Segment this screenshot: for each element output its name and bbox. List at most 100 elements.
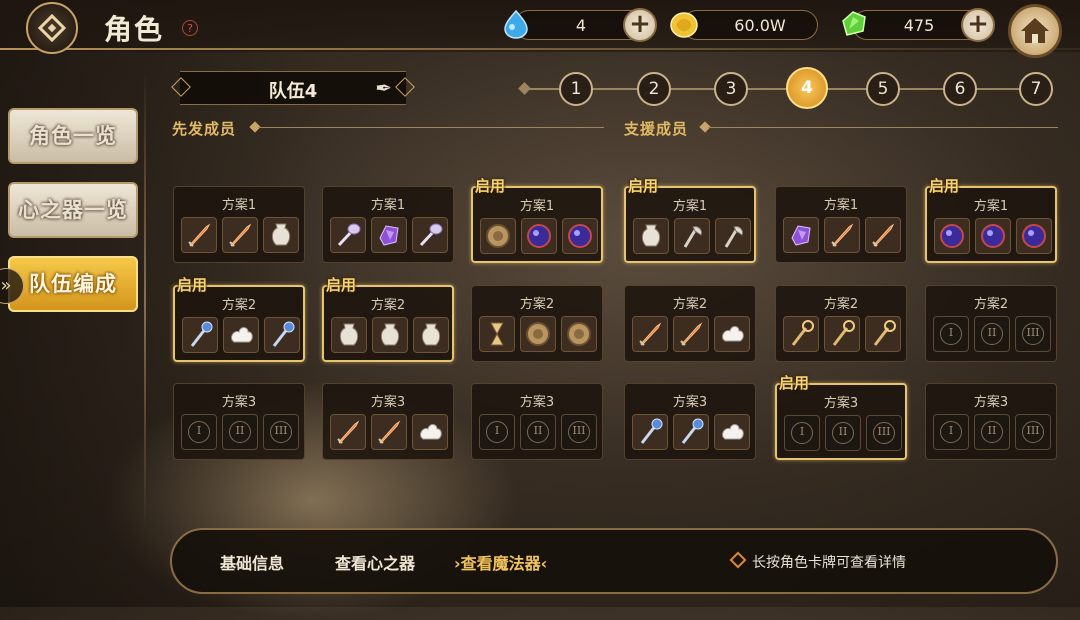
slot-number: III [274,424,288,437]
home-button[interactable] [1008,4,1062,58]
plan-label: 方案1 [221,198,257,213]
add-crystal-button[interactable]: + [961,8,995,42]
item-slot[interactable] [632,414,668,450]
add-water-button[interactable]: + [623,8,657,42]
item-slot[interactable] [562,218,598,254]
empty-slot[interactable]: III [561,414,597,450]
plan-card[interactable]: 启用 方案1 [624,177,756,263]
item-slot[interactable] [783,217,819,253]
plan-card[interactable]: 方案2 [775,285,907,362]
item-slot[interactable] [673,414,709,450]
empty-slot[interactable]: III [1015,316,1051,352]
team-name-box[interactable]: 队伍4 ✒ [171,71,415,105]
item-slot[interactable] [715,218,751,254]
item-slot[interactable] [330,414,366,450]
item-slot[interactable] [412,414,448,450]
empty-slot[interactable]: I [933,414,969,450]
item-slot[interactable] [824,217,860,253]
empty-slot[interactable]: I [933,316,969,352]
tab-team-1[interactable]: 1 [559,72,593,106]
plan-card[interactable]: 启用 方案1 [471,177,603,263]
sidebar-item-heart-vessel-list[interactable]: 心之器一览 [8,182,138,238]
plan-card[interactable]: 启用 方案3 I II III [775,374,907,460]
tab-view-heart-vessel[interactable]: 查看心之器 [335,550,415,574]
item-slot[interactable] [371,414,407,450]
empty-slot[interactable]: I [479,414,515,450]
tab-team-2[interactable]: 2 [637,72,671,106]
item-slot[interactable] [223,317,259,353]
empty-slot[interactable]: III [263,414,299,450]
item-slot[interactable] [371,217,407,253]
empty-slot[interactable]: I [784,415,820,451]
empty-slot[interactable]: III [866,415,902,451]
plan-card[interactable]: 方案3 I II III [173,383,305,460]
tab-team-5[interactable]: 5 [866,72,900,106]
tab-team-3[interactable]: 3 [714,72,748,106]
tab-team-6[interactable]: 6 [943,72,977,106]
back-button[interactable] [26,2,78,54]
item-slot[interactable] [413,317,449,353]
tab-team-4[interactable]: 4 [786,67,828,109]
help-icon[interactable]: ? [182,20,198,36]
item-slot[interactable] [865,217,901,253]
plan-card[interactable]: 方案3 [322,383,454,460]
item-slot[interactable] [632,316,668,352]
quill-icon[interactable]: ✒ [375,76,392,100]
item-slot[interactable] [824,316,860,352]
item-slot[interactable] [264,317,300,353]
sidebar-item-character-list[interactable]: 角色一览 [8,108,138,164]
plan-card[interactable]: 方案2 I II III [925,285,1057,362]
empty-slot[interactable]: II [520,414,556,450]
plan-card[interactable]: 方案1 [173,186,305,263]
item-slot[interactable] [673,316,709,352]
item-slot[interactable] [520,316,556,352]
plan-card[interactable]: 方案1 [322,186,454,263]
empty-slot[interactable]: II [974,316,1010,352]
item-slot[interactable] [934,218,970,254]
item-slot[interactable] [975,218,1011,254]
plan-card[interactable]: 启用 方案1 [925,177,1057,263]
item-slot[interactable] [633,218,669,254]
item-slot[interactable] [331,317,367,353]
item-slot[interactable] [521,218,557,254]
plan-card[interactable]: 启用 方案2 [173,276,305,362]
tab-basic-info[interactable]: 基础信息 [220,550,284,574]
item-slot[interactable] [561,316,597,352]
plan-card[interactable]: 方案3 [624,383,756,460]
item-slot[interactable] [263,217,299,253]
item-slot[interactable] [479,316,515,352]
plan-card[interactable]: 方案2 [471,285,603,362]
item-slot[interactable] [674,218,710,254]
item-slot[interactable] [1016,218,1052,254]
cloud-icon [722,424,744,440]
empty-slot[interactable]: II [222,414,258,450]
tab-view-magic-tool[interactable]: ›查看魔法器‹ [454,550,547,574]
empty-slot[interactable]: III [1015,414,1051,450]
enabled-badge: 启用 [929,177,960,195]
orb-icon [1022,224,1046,248]
plan-card[interactable]: 方案2 [624,285,756,362]
item-slot[interactable] [714,316,750,352]
sidebar-item-team-formation[interactable]: 队伍编成 [8,256,138,312]
slot-number: II [533,424,543,437]
sword-icon [229,223,252,247]
item-slot[interactable] [182,317,218,353]
item-slot[interactable] [181,217,217,253]
item-slot[interactable] [714,414,750,450]
plan-card[interactable]: 方案3 I II III [925,383,1057,460]
item-slot[interactable] [372,317,408,353]
item-slot[interactable] [412,217,448,253]
empty-slot[interactable]: I [181,414,217,450]
plan-card[interactable]: 方案1 [775,186,907,263]
item-slot[interactable] [865,316,901,352]
item-slot[interactable] [222,217,258,253]
tab-team-7[interactable]: 7 [1019,72,1053,106]
plan-card[interactable]: 方案3 I II III [471,383,603,460]
slot-number: I [799,425,805,438]
item-slot[interactable] [783,316,819,352]
empty-slot[interactable]: II [974,414,1010,450]
item-slot[interactable] [480,218,516,254]
item-slot[interactable] [330,217,366,253]
plan-card[interactable]: 启用 方案2 [322,276,454,362]
empty-slot[interactable]: II [825,415,861,451]
